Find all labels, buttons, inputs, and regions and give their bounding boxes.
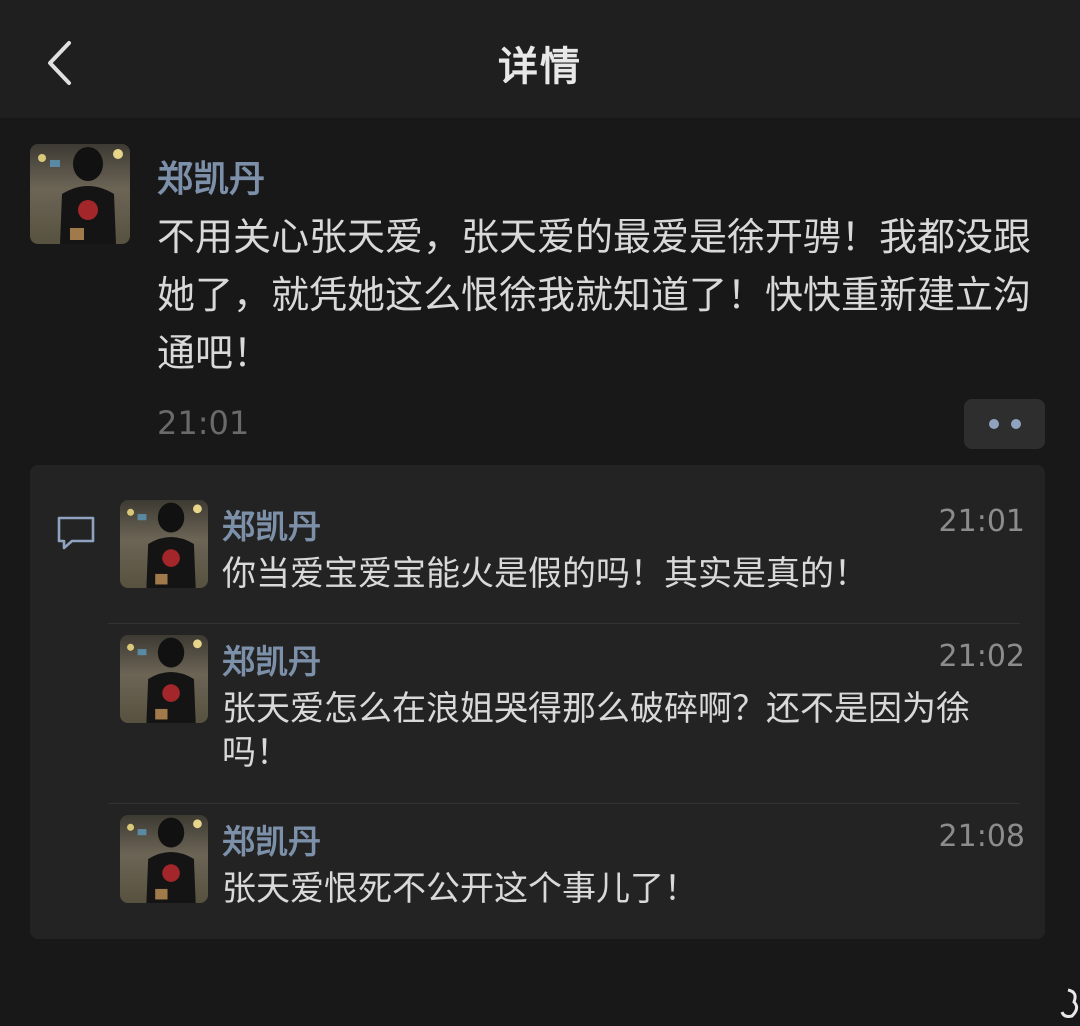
comment-item: 郑凯丹 21:01 你当爱宝爱宝能火是假的吗！其实是真的！ <box>120 500 1025 600</box>
more-button[interactable] <box>964 399 1045 449</box>
comment-time: 21:08 <box>938 819 1025 854</box>
comment-author-name[interactable]: 郑凯丹 <box>222 635 321 683</box>
comment-author-name[interactable]: 郑凯丹 <box>222 500 321 548</box>
page-title: 详情 <box>498 44 582 90</box>
comment-divider <box>108 803 1020 804</box>
comment-text: 张天爱怎么在浪姐哭得那么破碎啊？还不是因为徐吗！ <box>222 689 970 773</box>
comment-text: 你当爱宝爱宝能火是假的吗！其实是真的！ <box>222 554 868 594</box>
navbar: 详情 <box>0 0 1080 118</box>
post-text: 不用关心张天爱，张天爱的最爱是徐开骋！我都没跟她了，就凭她这么恨徐我就知道了！快… <box>157 215 1032 375</box>
comment-author-avatar[interactable] <box>120 815 208 903</box>
post-time: 21:01 <box>157 404 250 442</box>
comment-text: 张天爱恨死不公开这个事儿了！ <box>222 869 698 909</box>
more-dots-icon <box>1010 419 1021 429</box>
comment-bubble-icon <box>57 516 95 550</box>
comments-panel: 郑凯丹 21:01 你当爱宝爱宝能火是假的吗！其实是真的！ 郑凯丹 21:02 … <box>30 465 1045 939</box>
post-author-name[interactable]: 郑凯丹 <box>157 150 265 202</box>
comment-item: 郑凯丹 21:02 张天爱怎么在浪姐哭得那么破碎啊？还不是因为徐吗！ <box>120 635 1025 775</box>
comment-author-avatar[interactable] <box>120 635 208 723</box>
comment-author-name[interactable]: 郑凯丹 <box>222 815 321 863</box>
more-dots-icon <box>988 419 999 429</box>
comment-item: 郑凯丹 21:08 张天爱恨死不公开这个事儿了！ <box>120 815 1025 915</box>
comment-divider <box>108 623 1020 624</box>
comment-time: 21:01 <box>938 504 1025 539</box>
comment-time: 21:02 <box>938 639 1025 674</box>
comment-author-avatar[interactable] <box>120 500 208 588</box>
watermark-icon <box>1060 988 1079 1018</box>
post-author-avatar[interactable] <box>30 144 130 244</box>
